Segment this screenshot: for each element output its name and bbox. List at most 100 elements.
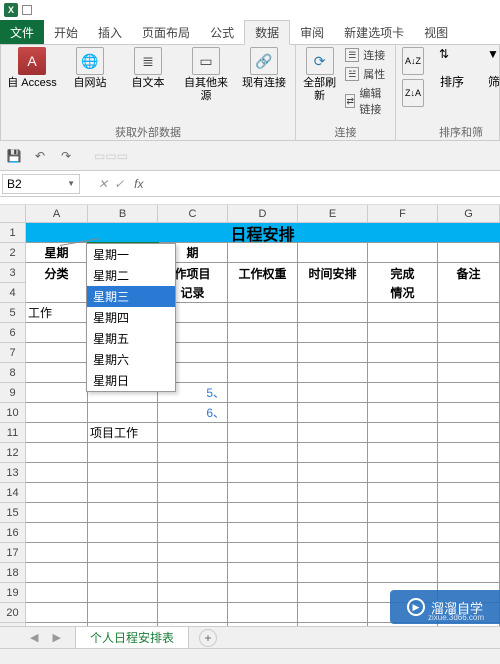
cell-D5[interactable]	[228, 303, 298, 323]
cell-A10[interactable]	[26, 403, 88, 423]
btn-refresh-all[interactable]: ⟳ 全部刷新	[302, 47, 337, 103]
cell-C11[interactable]	[158, 423, 228, 443]
cell-F5[interactable]	[368, 303, 438, 323]
col-header-B[interactable]: B	[88, 205, 158, 222]
cell-E8[interactable]	[298, 363, 368, 383]
sheet-nav-prev-icon[interactable]: ◀	[30, 631, 38, 644]
tab-formulas[interactable]: 公式	[200, 20, 244, 44]
cell-F10[interactable]	[368, 403, 438, 423]
cell-E11[interactable]	[298, 423, 368, 443]
btn-sort-asc[interactable]: A↓Z	[402, 47, 424, 75]
row-header-14[interactable]: 14	[0, 483, 26, 503]
cell-C10[interactable]: 6、	[158, 403, 228, 423]
cell-G10[interactable]	[438, 403, 500, 423]
cell-E9[interactable]	[298, 383, 368, 403]
cell-F2[interactable]	[368, 243, 438, 263]
cell-G3[interactable]: 备注	[438, 263, 500, 283]
cell-D8[interactable]	[228, 363, 298, 383]
btn-from-access[interactable]: A 自 Access	[7, 47, 57, 90]
row-header-10[interactable]: 10	[0, 403, 26, 423]
cell-A3[interactable]: 分类	[26, 263, 88, 283]
cell-G9[interactable]	[438, 383, 500, 403]
cell-E7[interactable]	[298, 343, 368, 363]
row-header-17[interactable]: 17	[0, 543, 26, 563]
cell-E2[interactable]	[298, 243, 368, 263]
qat-redo-icon[interactable]: ↷	[58, 149, 74, 163]
col-header-D[interactable]: D	[228, 205, 298, 222]
cell-F8[interactable]	[368, 363, 438, 383]
cell-D10[interactable]	[228, 403, 298, 423]
row-header-16[interactable]: 16	[0, 523, 26, 543]
row-header-12[interactable]: 12	[0, 443, 26, 463]
fx-icon[interactable]: fx	[134, 177, 143, 191]
row-header-15[interactable]: 15	[0, 503, 26, 523]
cancel-icon[interactable]: ✕	[98, 177, 108, 191]
cell-A5[interactable]: 工作	[26, 303, 88, 323]
cell-E5[interactable]	[298, 303, 368, 323]
dropdown-item-mon[interactable]: 星期一	[87, 244, 175, 265]
cell-B11[interactable]: 项目工作	[88, 423, 158, 443]
titlebar-dropdown-icon[interactable]	[22, 5, 32, 15]
add-sheet-button[interactable]: +	[199, 629, 217, 647]
cell-F7[interactable]	[368, 343, 438, 363]
cell-A7[interactable]	[26, 343, 88, 363]
sheet-nav-next-icon[interactable]: ▶	[52, 631, 60, 644]
row-header-1[interactable]: 1	[0, 223, 26, 243]
cell-A4[interactable]	[26, 283, 88, 303]
btn-sort[interactable]: ⇅ 排序	[432, 47, 472, 90]
tab-newtab[interactable]: 新建选项卡	[334, 20, 414, 44]
cell-title[interactable]: 日程安排	[26, 223, 500, 243]
cell-E3[interactable]: 时间安排	[298, 263, 368, 283]
row-header-8[interactable]: 8	[0, 363, 26, 383]
dropdown-item-sun[interactable]: 星期日	[87, 370, 175, 391]
row-header-20[interactable]: 20	[0, 603, 26, 623]
row-header-4[interactable]: 4	[0, 283, 26, 303]
sheet-tab-active[interactable]: 个人日程安排表	[75, 626, 189, 650]
cell-D2[interactable]	[228, 243, 298, 263]
cell-A2[interactable]: 星期	[26, 243, 88, 263]
row-header-19[interactable]: 19	[0, 583, 26, 603]
tab-view[interactable]: 视图	[414, 20, 458, 44]
cell-F11[interactable]	[368, 423, 438, 443]
cell-D9[interactable]	[228, 383, 298, 403]
row-header-7[interactable]: 7	[0, 343, 26, 363]
cell-A8[interactable]	[26, 363, 88, 383]
validation-dropdown-list[interactable]: 星期一 星期二 星期三 星期四 星期五 星期六 星期日	[86, 243, 176, 392]
tab-review[interactable]: 审阅	[290, 20, 334, 44]
select-all-corner[interactable]	[0, 205, 26, 222]
cell-A11[interactable]	[26, 423, 88, 443]
col-header-E[interactable]: E	[298, 205, 368, 222]
btn-from-web[interactable]: 🌐 自网站	[65, 47, 115, 90]
row-header-9[interactable]: 9	[0, 383, 26, 403]
dropdown-item-thu[interactable]: 星期四	[87, 307, 175, 328]
cell-F3[interactable]: 完成	[368, 263, 438, 283]
tab-home[interactable]: 开始	[44, 20, 88, 44]
tab-insert[interactable]: 插入	[88, 20, 132, 44]
row-header-18[interactable]: 18	[0, 563, 26, 583]
dropdown-item-fri[interactable]: 星期五	[87, 328, 175, 349]
cell-G11[interactable]	[438, 423, 500, 443]
row-header-3[interactable]: 3	[0, 263, 26, 283]
dropdown-item-sat[interactable]: 星期六	[87, 349, 175, 370]
cell-G2[interactable]	[438, 243, 500, 263]
cell-F9[interactable]	[368, 383, 438, 403]
cell-D4[interactable]	[228, 283, 298, 303]
name-box-dropdown-icon[interactable]: ▼	[67, 179, 75, 188]
dropdown-item-tue[interactable]: 星期二	[87, 265, 175, 286]
btn-existing-conn[interactable]: 🔗 现有连接	[239, 47, 289, 90]
col-header-G[interactable]: G	[438, 205, 500, 222]
cell-G6[interactable]	[438, 323, 500, 343]
cell-E6[interactable]	[298, 323, 368, 343]
cell-D11[interactable]	[228, 423, 298, 443]
btn-filter[interactable]: ▼ 筛选	[480, 47, 500, 90]
cell-A9[interactable]	[26, 383, 88, 403]
row-header-2[interactable]: 2	[0, 243, 26, 263]
col-header-C[interactable]: C	[158, 205, 228, 222]
qat-undo-icon[interactable]: ↶	[32, 149, 48, 163]
btn-connections[interactable]: ☰连接	[345, 47, 389, 63]
col-header-A[interactable]: A	[26, 205, 88, 222]
btn-edit-links[interactable]: ⇄编辑链接	[345, 85, 389, 117]
row-header-5[interactable]: 5	[0, 303, 26, 323]
accept-icon[interactable]: ✓	[114, 177, 124, 191]
tab-file[interactable]: 文件	[0, 20, 44, 44]
